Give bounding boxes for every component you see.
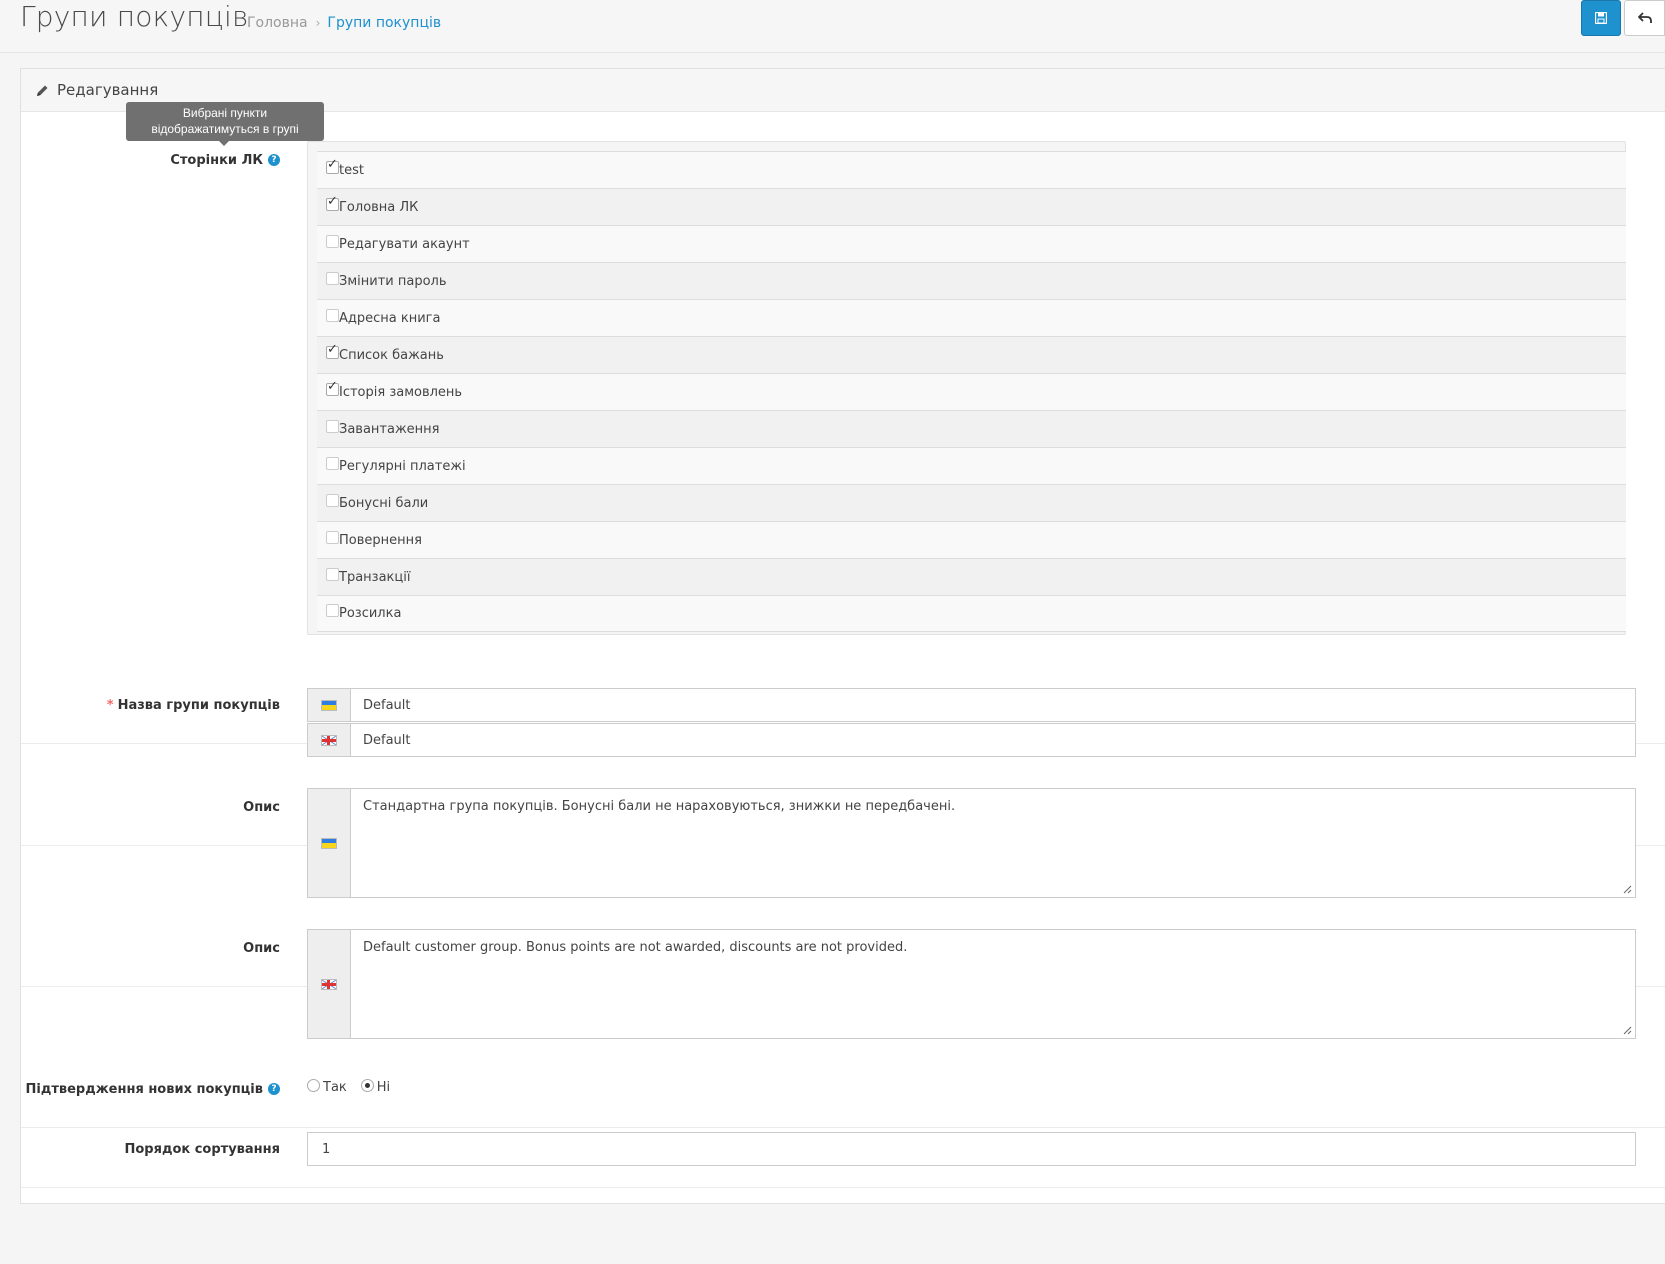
ukraine-flag-icon [321,699,337,711]
flag-ua-addon [308,689,351,721]
divider [21,1187,1665,1188]
pencil-icon [37,85,48,96]
tooltip: Вибрані пункти відображатимуться в групі [126,102,324,146]
checklist-item-label: Завантаження [339,421,440,437]
checkbox[interactable] [326,604,339,617]
group-name-en-field[interactable]: Default [307,723,1636,757]
sort-order-input[interactable]: 1 [307,1132,1636,1166]
checkbox[interactable] [326,530,339,544]
back-button[interactable] [1624,0,1665,36]
flag-gb-addon [308,724,351,756]
group-name-en-input[interactable]: Default [351,724,1635,756]
description-en-textarea[interactable]: Default customer group. Bonus points are… [351,930,1635,1038]
required-mark: * [106,697,114,713]
checkbox[interactable] [326,194,339,211]
checklist-item[interactable]: Бонусні бали [317,484,1626,521]
group-name-label: * Назва групи покупців [40,695,280,715]
resize-grip-icon[interactable] [1623,1026,1632,1035]
approval-yes-radio[interactable] [307,1079,320,1092]
checklist-item-label: Редагувати акаунт [339,236,470,252]
uk-flag-icon [321,734,337,746]
description-ua-label: Опис [243,799,280,815]
flag-ua-addon [308,789,351,897]
description-en-field[interactable]: Default customer group. Bonus points are… [307,929,1636,1039]
checklist-item[interactable]: Транзакції [317,558,1626,595]
checkbox[interactable] [326,379,339,396]
checkbox[interactable] [326,234,339,248]
approval-label: Підтвердження нових покупців ? [20,1079,280,1099]
approval-no-label[interactable]: Ні [377,1080,390,1095]
breadcrumb-separator-icon: › [315,16,321,30]
checklist-item-label: Транзакції [339,569,411,585]
help-icon[interactable]: ? [268,154,280,166]
group-name-ua-input[interactable]: Default [351,689,1635,721]
checklist-item-label: Список бажань [339,347,444,363]
checklist-item[interactable]: Розсилка [317,595,1626,632]
approval-no-radio[interactable] [360,1079,374,1092]
checklist-item-label: Повернення [339,532,422,548]
group-name-ua-field[interactable]: Default [307,688,1636,722]
page-header: Групи покупців Головна › Групи покупців [0,0,1665,53]
save-button[interactable] [1581,0,1621,36]
checklist-item[interactable]: Список бажань [317,336,1626,373]
description-en-text: Default customer group. Bonus points are… [363,940,908,955]
checkbox[interactable] [326,419,339,433]
breadcrumb-current[interactable]: Групи покупців [327,15,441,31]
checklist-item-label: Історія замовлень [339,384,463,400]
checklist-item-label: Бонусні бали [339,495,429,511]
description-ua-field[interactable]: Стандартна група покупців. Бонусні бали … [307,788,1636,898]
checklist-item-label: Головна ЛК [339,199,419,215]
uk-flag-icon [321,978,337,990]
approval-yes-label[interactable]: Так [323,1080,347,1095]
checklist-item-label: Адресна книга [339,310,441,326]
divider [21,1127,1665,1128]
checkbox[interactable] [326,308,339,322]
checkbox[interactable] [326,493,339,507]
floppy-disk-icon [1595,12,1607,24]
sort-order-label: Порядок сортування [124,1141,280,1157]
tooltip-line-2: відображатимуться в групі [151,122,299,136]
description-ua-textarea[interactable]: Стандартна група покупців. Бонусні бали … [351,789,1635,897]
checklist-item[interactable]: test [317,151,1626,188]
checkbox[interactable] [326,567,339,581]
pages-label-text: Сторінки ЛК [170,152,263,168]
checklist-item[interactable]: Редагувати акаунт [317,225,1626,262]
checklist-item[interactable]: Повернення [317,521,1626,558]
checklist-item[interactable]: Завантаження [317,410,1626,447]
checkbox[interactable] [326,271,339,285]
reply-arrow-icon [1637,12,1652,23]
approval-radio-group: Так Ні [307,1079,404,1095]
checklist-item[interactable]: Адресна книга [317,299,1626,336]
checklist-item-label: Регулярні платежі [339,458,466,474]
checkbox[interactable] [326,342,339,359]
checkbox[interactable] [326,456,339,470]
panel-title: Редагування [57,81,159,99]
help-icon[interactable]: ? [268,1083,280,1095]
checklist-item[interactable]: Регулярні платежі [317,447,1626,484]
checklist-item-label: Розсилка [339,606,402,621]
checklist-item[interactable]: Головна ЛК [317,188,1626,225]
tooltip-arrow [219,141,229,146]
checklist-item-label: Змінити пароль [339,273,447,289]
description-en-label: Опис [243,940,280,956]
approval-label-text: Підтвердження нових покупців [25,1081,263,1097]
checklist-item-label: test [339,162,364,178]
tooltip-line-1: Вибрані пункти [182,106,268,120]
page-title: Групи покупців [20,0,249,33]
checklist-item[interactable]: Історія замовлень [317,373,1626,410]
flag-gb-addon [308,930,351,1038]
ukraine-flag-icon [321,837,337,849]
group-name-label-text: Назва групи покупців [117,697,280,713]
checkbox[interactable] [326,157,339,174]
pages-label: Сторінки ЛК ? [40,150,280,170]
checklist-item[interactable]: Змінити пароль [317,262,1626,299]
description-ua-text: Стандартна група покупців. Бонусні бали … [363,799,956,814]
resize-grip-icon[interactable] [1623,885,1632,894]
pages-checklist: test Головна ЛК Редагувати акаунт Змінит… [307,141,1626,635]
breadcrumb: Головна › Групи покупців [247,15,441,31]
breadcrumb-home[interactable]: Головна [247,15,308,31]
